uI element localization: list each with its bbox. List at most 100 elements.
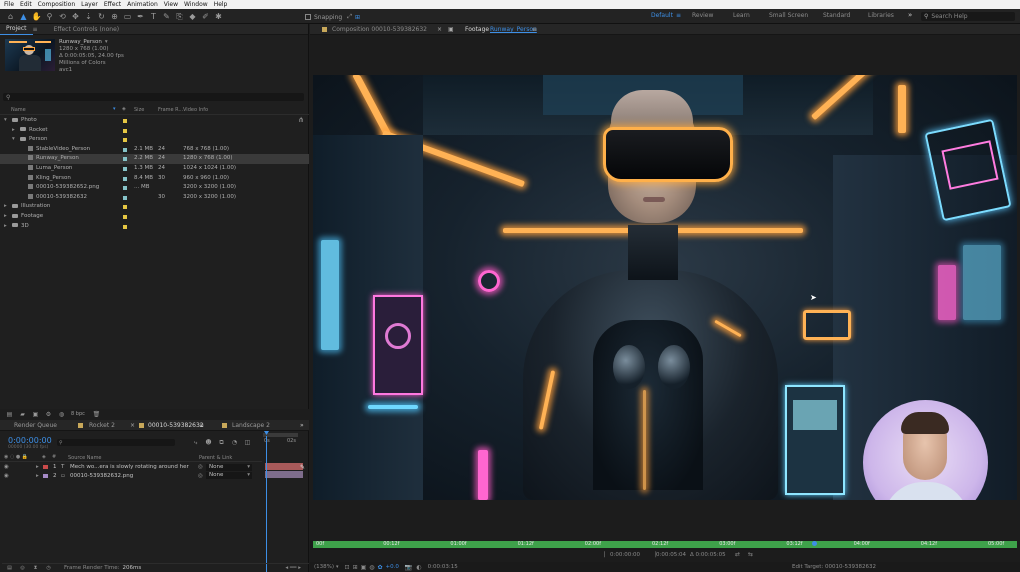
project-item[interactable]: Kling_Person 8.4 MB 30 960 x 960 (1.00) <box>0 174 309 184</box>
tab-composition[interactable]: Composition 00010-539382632 <box>332 26 427 33</box>
toggle-switches-icon[interactable]: ▤ <box>4 563 15 572</box>
more-tabs-icon[interactable]: » <box>300 422 304 429</box>
fit-view-icon[interactable]: ⊡ <box>345 564 350 571</box>
chevron-right-icon[interactable]: ▸ <box>12 126 15 136</box>
dropdown-icon[interactable]: ▾ <box>105 39 108 46</box>
flowchart-icon[interactable]: ⋔ <box>298 116 304 124</box>
menu-item-window[interactable]: Window <box>184 0 208 9</box>
workspace-review[interactable]: Review <box>692 12 713 19</box>
label-color-icon[interactable] <box>123 147 127 152</box>
workspace-standard[interactable]: Standard <box>823 12 850 19</box>
column-size[interactable]: Size <box>134 107 144 113</box>
footage-ruler[interactable]: 00f 00:12f 01:00f 01:12f 02:00f 02:12f 03:00f 0… <box>310 541 1017 550</box>
toggle-modes-icon[interactable]: ◎ <box>17 563 28 572</box>
workspace-menu-icon[interactable]: ≡ <box>676 12 681 19</box>
column-parent-link[interactable]: Parent & Link <box>199 455 232 461</box>
channel-icon[interactable]: ◍ <box>369 564 374 571</box>
layer-name[interactable]: 00010-539382632.png <box>70 472 133 480</box>
timeline-ruler[interactable]: 0s 02s <box>263 438 303 446</box>
layer-bar-1[interactable] <box>265 463 303 470</box>
label-color-icon[interactable] <box>123 119 127 123</box>
menu-item-layer[interactable]: Layer <box>81 0 98 9</box>
timeline-search-input[interactable]: ⚲ <box>57 439 175 446</box>
snap-options-icon[interactable]: ⤢ <box>347 13 352 21</box>
puppet-pin-icon[interactable]: ✱ <box>213 11 224 22</box>
zoom-level[interactable]: (138%) <box>314 564 334 570</box>
playhead-line[interactable] <box>266 436 267 572</box>
graph-editor-icon[interactable]: ◫ <box>242 437 253 448</box>
panel-menu-icon[interactable]: ≡ <box>33 26 38 33</box>
label-color-icon[interactable] <box>123 128 127 133</box>
work-area-bar[interactable] <box>263 433 298 437</box>
project-search-input[interactable]: ⚲ <box>3 93 304 101</box>
selection-tool-icon[interactable]: ▲ <box>18 11 29 22</box>
lock-icon[interactable]: ▣ <box>448 26 454 33</box>
parent-select[interactable]: None ▾ <box>206 472 252 479</box>
label-color-icon[interactable] <box>123 138 127 143</box>
adjust-icon[interactable]: ⚙ <box>43 409 54 420</box>
new-composition-icon[interactable]: ▣ <box>30 409 41 420</box>
tab-project[interactable]: Project <box>0 23 33 35</box>
chevron-down-icon[interactable]: ▾ <box>4 116 7 126</box>
menu-item-composition[interactable]: Composition <box>38 0 75 9</box>
chevron-right-icon[interactable]: ▸ <box>4 222 7 232</box>
project-item[interactable]: Runway_Person 2.2 MB 24 1280 x 768 (1.00) <box>0 154 309 164</box>
pen-tool-icon[interactable]: ✒ <box>135 11 146 22</box>
label-color-icon[interactable] <box>123 167 127 171</box>
layer-label-color-icon[interactable] <box>43 465 48 469</box>
project-item[interactable]: StableVideo_Person 2.1 MB 24 768 x 768 (1.0… <box>0 145 309 155</box>
clone-stamp-icon[interactable]: ⎘ <box>174 11 185 22</box>
tab-active-comp[interactable]: 00010-539382632 <box>148 422 204 429</box>
chevron-right-icon[interactable]: ▸ <box>4 212 7 222</box>
new-folder-icon[interactable]: ▰ <box>17 409 28 420</box>
layer-name[interactable]: Mech wo...era is slowly rotating around … <box>70 463 189 471</box>
keyframe-icon[interactable]: ✎ <box>300 464 305 471</box>
menu-item-animation[interactable]: Animation <box>127 0 158 9</box>
label-column-icon[interactable]: ◈ <box>122 106 126 112</box>
menu-item-edit[interactable]: Edit <box>20 0 32 9</box>
current-time[interactable]: 0:00:03:15 <box>428 564 458 570</box>
column-source-name[interactable]: Source Name <box>68 455 102 461</box>
workspace-default[interactable]: Default <box>651 12 673 19</box>
motion-blur-icon[interactable]: ◔ <box>229 437 240 448</box>
grid-icon[interactable]: ⊞ <box>353 564 358 571</box>
in-point-time[interactable]: 0:00:00:00 <box>610 552 640 558</box>
eraser-tool-icon[interactable]: ◆ <box>187 11 198 22</box>
chevron-right-icon[interactable]: ▸ <box>4 202 7 212</box>
label-color-icon[interactable] <box>123 215 127 219</box>
tab-footage[interactable]: Footage <box>465 26 489 33</box>
label-color-icon[interactable] <box>123 157 127 162</box>
brush-tool-icon[interactable]: ✎ <box>161 11 172 22</box>
column-name[interactable]: Name <box>11 107 26 113</box>
tab-footage-name[interactable]: Runway_Person <box>490 26 537 33</box>
tab-rocket-2[interactable]: Rocket 2 <box>89 422 115 429</box>
label-color-icon[interactable] <box>123 205 127 210</box>
expand-icon[interactable]: ▸ <box>36 463 39 471</box>
layer-row[interactable]: ◉ ▸ 2 ▫ 00010-539382632.png ◎ None ▾ <box>0 472 262 480</box>
shy-layers-icon[interactable]: ☻ <box>203 437 214 448</box>
snapshot-icon[interactable]: 📷 <box>405 564 412 571</box>
comp-flowchart-icon[interactable]: ⤷ <box>190 437 201 448</box>
tab-render-queue[interactable]: Render Queue <box>14 422 57 429</box>
roto-brush-icon[interactable]: ✐ <box>200 11 211 22</box>
show-snapshot-icon[interactable]: ◐ <box>416 564 421 571</box>
tab-effect-controls[interactable]: Effect Controls (none) <box>48 24 126 35</box>
label-color-icon[interactable] <box>123 224 127 229</box>
project-item[interactable]: ▸ Rocket <box>0 126 309 136</box>
zoom-dropdown-icon[interactable]: ▾ <box>336 564 339 570</box>
overlay-edit-icon[interactable]: ⇆ <box>748 551 753 558</box>
snap-grid-icon[interactable]: ⊞ <box>355 14 360 21</box>
anchor-tool-icon[interactable]: ⊕ <box>109 11 120 22</box>
menu-item-view[interactable]: View <box>164 0 178 9</box>
mask-icon[interactable]: ▣ <box>361 564 367 571</box>
current-time-indicator-icon[interactable] <box>812 541 817 546</box>
ripple-insert-icon[interactable]: ⇄ <box>735 551 740 558</box>
workspace-learn[interactable]: Learn <box>733 12 750 19</box>
column-frame-rate[interactable]: Frame R... <box>158 107 183 113</box>
zoom-slider-icon[interactable]: ◂ ━━ ▸ <box>285 565 301 571</box>
project-item[interactable]: Luma_Person 1.3 MB 24 1024 x 1024 (1.00) <box>0 164 309 174</box>
exposure-value[interactable]: +0.0 <box>386 564 399 570</box>
label-color-icon[interactable] <box>123 186 127 191</box>
rotate-tool-icon[interactable]: ↻ <box>96 11 107 22</box>
snapping-toggle[interactable]: Snapping ⤢ ⊞ <box>305 13 360 21</box>
